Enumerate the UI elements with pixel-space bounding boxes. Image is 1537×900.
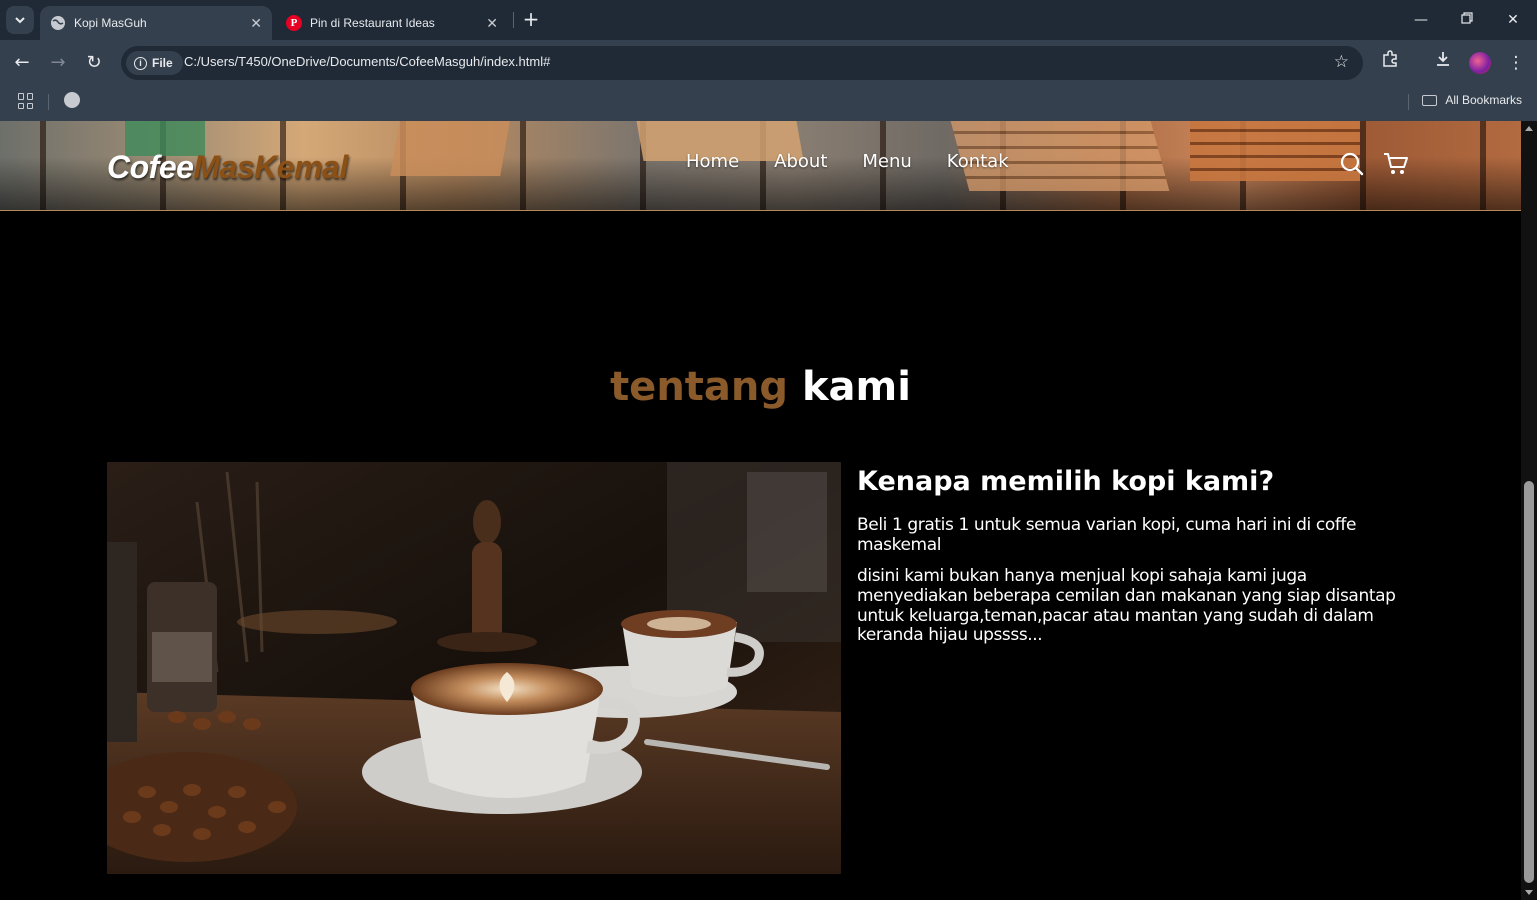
- scroll-up-arrow-icon[interactable]: [1525, 126, 1533, 131]
- extensions-icon[interactable]: [1377, 50, 1403, 76]
- tab-pin-restaurant[interactable]: P Pin di Restaurant Ideas ✕: [276, 6, 508, 40]
- browser-tab-strip: Kopi MasGuh ✕ P Pin di Restaurant Ideas …: [0, 0, 1537, 40]
- address-bar[interactable]: i File C:/Users/T450/OneDrive/Documents/…: [121, 46, 1363, 80]
- all-bookmarks-button[interactable]: All Bookmarks: [1422, 93, 1522, 107]
- scroll-down-arrow-icon[interactable]: [1525, 890, 1533, 895]
- bookmark-star-icon[interactable]: ☆: [1334, 52, 1349, 72]
- about-section-title: tentang kami: [0, 364, 1521, 410]
- globe-icon: [50, 15, 66, 31]
- page-scrollbar[interactable]: [1521, 121, 1537, 900]
- site-info-chip[interactable]: i File: [126, 51, 183, 75]
- nav-link-home[interactable]: Home: [686, 151, 739, 172]
- close-icon[interactable]: ✕: [250, 15, 262, 32]
- main-nav: Home About Menu Kontak: [686, 151, 1044, 172]
- about-heading: Kenapa memilih kopi kami?: [857, 466, 1275, 497]
- site-logo[interactable]: CofeeMasKemal: [107, 149, 348, 186]
- title-accent: tentang: [610, 364, 789, 410]
- about-paragraph-promo: Beli 1 gratis 1 untuk semua varian kopi,…: [857, 515, 1357, 555]
- all-bookmarks-label: All Bookmarks: [1445, 93, 1522, 107]
- bookmarks-divider: [1408, 94, 1409, 110]
- apps-grid-icon[interactable]: [18, 93, 34, 109]
- navbar-background-detail: [1190, 121, 1360, 181]
- brand-part2: MasKemal: [193, 149, 348, 185]
- window-close-icon[interactable]: ✕: [1501, 8, 1525, 32]
- nav-link-kontak[interactable]: Kontak: [947, 151, 1009, 172]
- brand-part1: Cofee: [107, 149, 194, 185]
- minimize-icon[interactable]: —: [1409, 8, 1433, 32]
- tab-kopi-masguh[interactable]: Kopi MasGuh ✕: [40, 6, 272, 40]
- forward-arrow-icon[interactable]: →: [45, 50, 71, 76]
- site-navbar: CofeeMasKemal Home About Menu Kontak: [0, 121, 1521, 211]
- tab-title: Kopi MasGuh: [74, 16, 147, 30]
- title-plain: kami: [801, 364, 911, 410]
- back-arrow-icon[interactable]: ←: [9, 50, 35, 76]
- bookmarks-bar: All Bookmarks: [0, 86, 1537, 121]
- scroll-thumb[interactable]: [1524, 481, 1534, 883]
- tab-divider: [513, 12, 514, 28]
- page-viewport: CofeeMasKemal Home About Menu Kontak ten…: [0, 121, 1521, 900]
- pinterest-icon: P: [286, 15, 302, 31]
- profile-avatar[interactable]: [1469, 52, 1491, 74]
- info-icon: i: [134, 56, 147, 70]
- browser-toolbar: ← → ↻ i File C:/Users/T450/OneDrive/Docu…: [0, 40, 1537, 86]
- scheme-label: File: [152, 56, 173, 70]
- search-icon[interactable]: [1339, 151, 1365, 177]
- nav-link-menu[interactable]: Menu: [862, 151, 911, 172]
- nav-link-about[interactable]: About: [774, 151, 827, 172]
- folder-icon: [1422, 94, 1438, 106]
- restore-icon[interactable]: [1455, 8, 1479, 32]
- more-menu-icon[interactable]: ⋮: [1503, 50, 1529, 76]
- bookmarks-divider: [48, 94, 49, 110]
- about-content: Kenapa memilih kopi kami? Beli 1 gratis …: [857, 466, 1397, 658]
- chevron-down-icon: [15, 17, 25, 24]
- cart-icon[interactable]: [1382, 151, 1408, 177]
- close-icon[interactable]: ✕: [486, 15, 498, 32]
- globe-bookmark-icon[interactable]: [64, 92, 80, 108]
- url-text[interactable]: C:/Users/T450/OneDrive/Documents/CofeeMa…: [184, 54, 550, 69]
- new-tab-button[interactable]: +: [520, 8, 542, 32]
- tab-search-button[interactable]: [6, 6, 34, 34]
- download-icon[interactable]: [1430, 50, 1456, 76]
- navbar-background-detail: [390, 121, 510, 176]
- reload-icon[interactable]: ↻: [81, 50, 107, 76]
- about-coffee-image: [107, 462, 841, 874]
- about-paragraph-description: disini kami bukan hanya menjual kopi sah…: [857, 566, 1396, 646]
- tab-title: Pin di Restaurant Ideas: [310, 16, 435, 30]
